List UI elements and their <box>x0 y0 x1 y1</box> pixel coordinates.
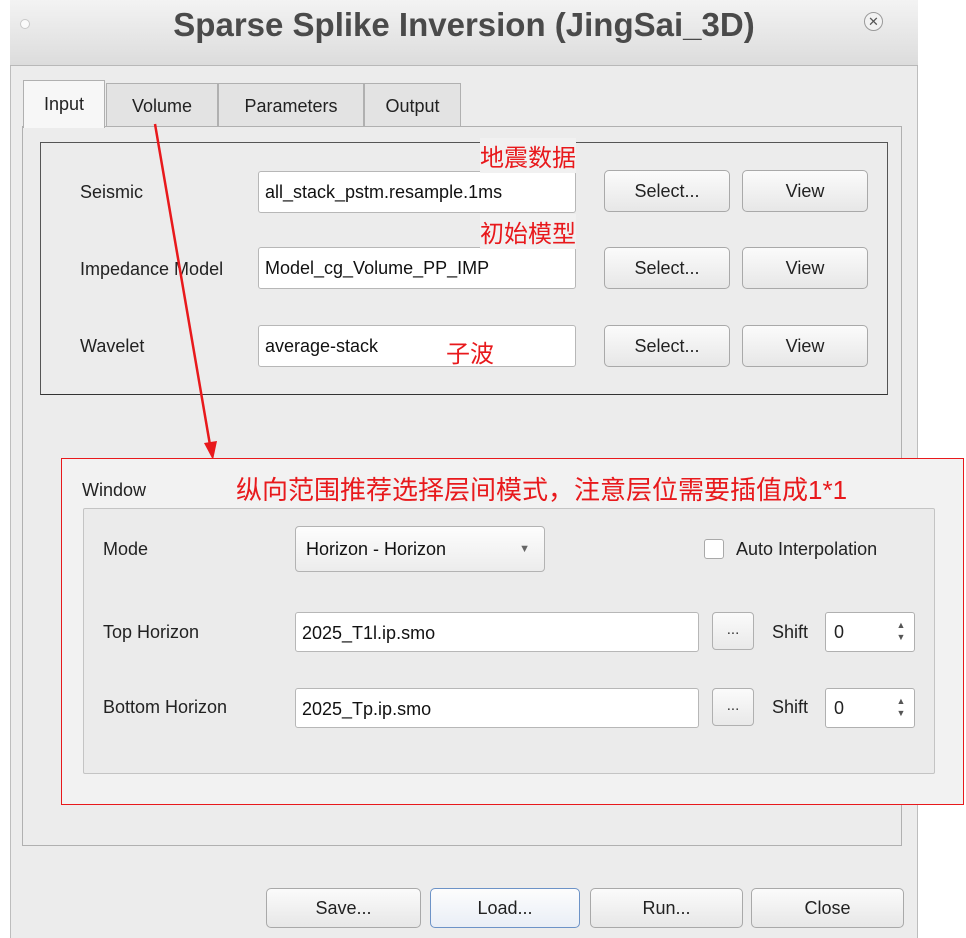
bottom-horizon-label: Bottom Horizon <box>103 697 228 717</box>
top-shift-spinbox[interactable]: 0 ▲ ▼ <box>825 612 915 652</box>
save-button[interactable]: Save... <box>266 888 421 928</box>
close-button[interactable]: Close <box>751 888 904 928</box>
top-shift-label: Shift <box>772 622 809 642</box>
mode-dropdown[interactable]: Horizon - Horizon ▼ <box>295 526 545 572</box>
bottom-shift-label: Shift <box>772 697 809 717</box>
top-horizon-browse-button[interactable]: ... <box>712 612 754 650</box>
top-shift-value: 0 <box>834 622 845 642</box>
run-button[interactable]: Run... <box>590 888 743 928</box>
window-annotation: 纵向范围推荐选择层间模式，注意层位需要插值成1*1 <box>236 475 848 505</box>
mode-value: Horizon - Horizon <box>306 539 447 559</box>
window-group-title: Window <box>82 480 147 500</box>
bottom-shift-spinbox[interactable]: 0 ▲ ▼ <box>825 688 915 728</box>
spin-arrows-icon[interactable]: ▲ ▼ <box>893 695 909 721</box>
auto-interpolation-checkbox[interactable] <box>704 539 724 559</box>
bottom-horizon-browse-button[interactable]: ... <box>712 688 754 726</box>
bottom-horizon-field[interactable]: 2025_Tp.ip.smo <box>295 688 699 728</box>
top-horizon-field[interactable]: 2025_T1l.ip.smo <box>295 612 699 652</box>
tab-input[interactable]: Input <box>23 80 105 128</box>
auto-interpolation-label: Auto Interpolation <box>736 539 878 559</box>
mode-label: Mode <box>103 539 149 559</box>
chevron-down-icon: ▼ <box>519 543 530 555</box>
spin-arrows-icon[interactable]: ▲ ▼ <box>893 619 909 645</box>
top-horizon-label: Top Horizon <box>103 622 200 642</box>
bottom-shift-value: 0 <box>834 698 845 718</box>
load-button[interactable]: Load... <box>430 888 580 928</box>
